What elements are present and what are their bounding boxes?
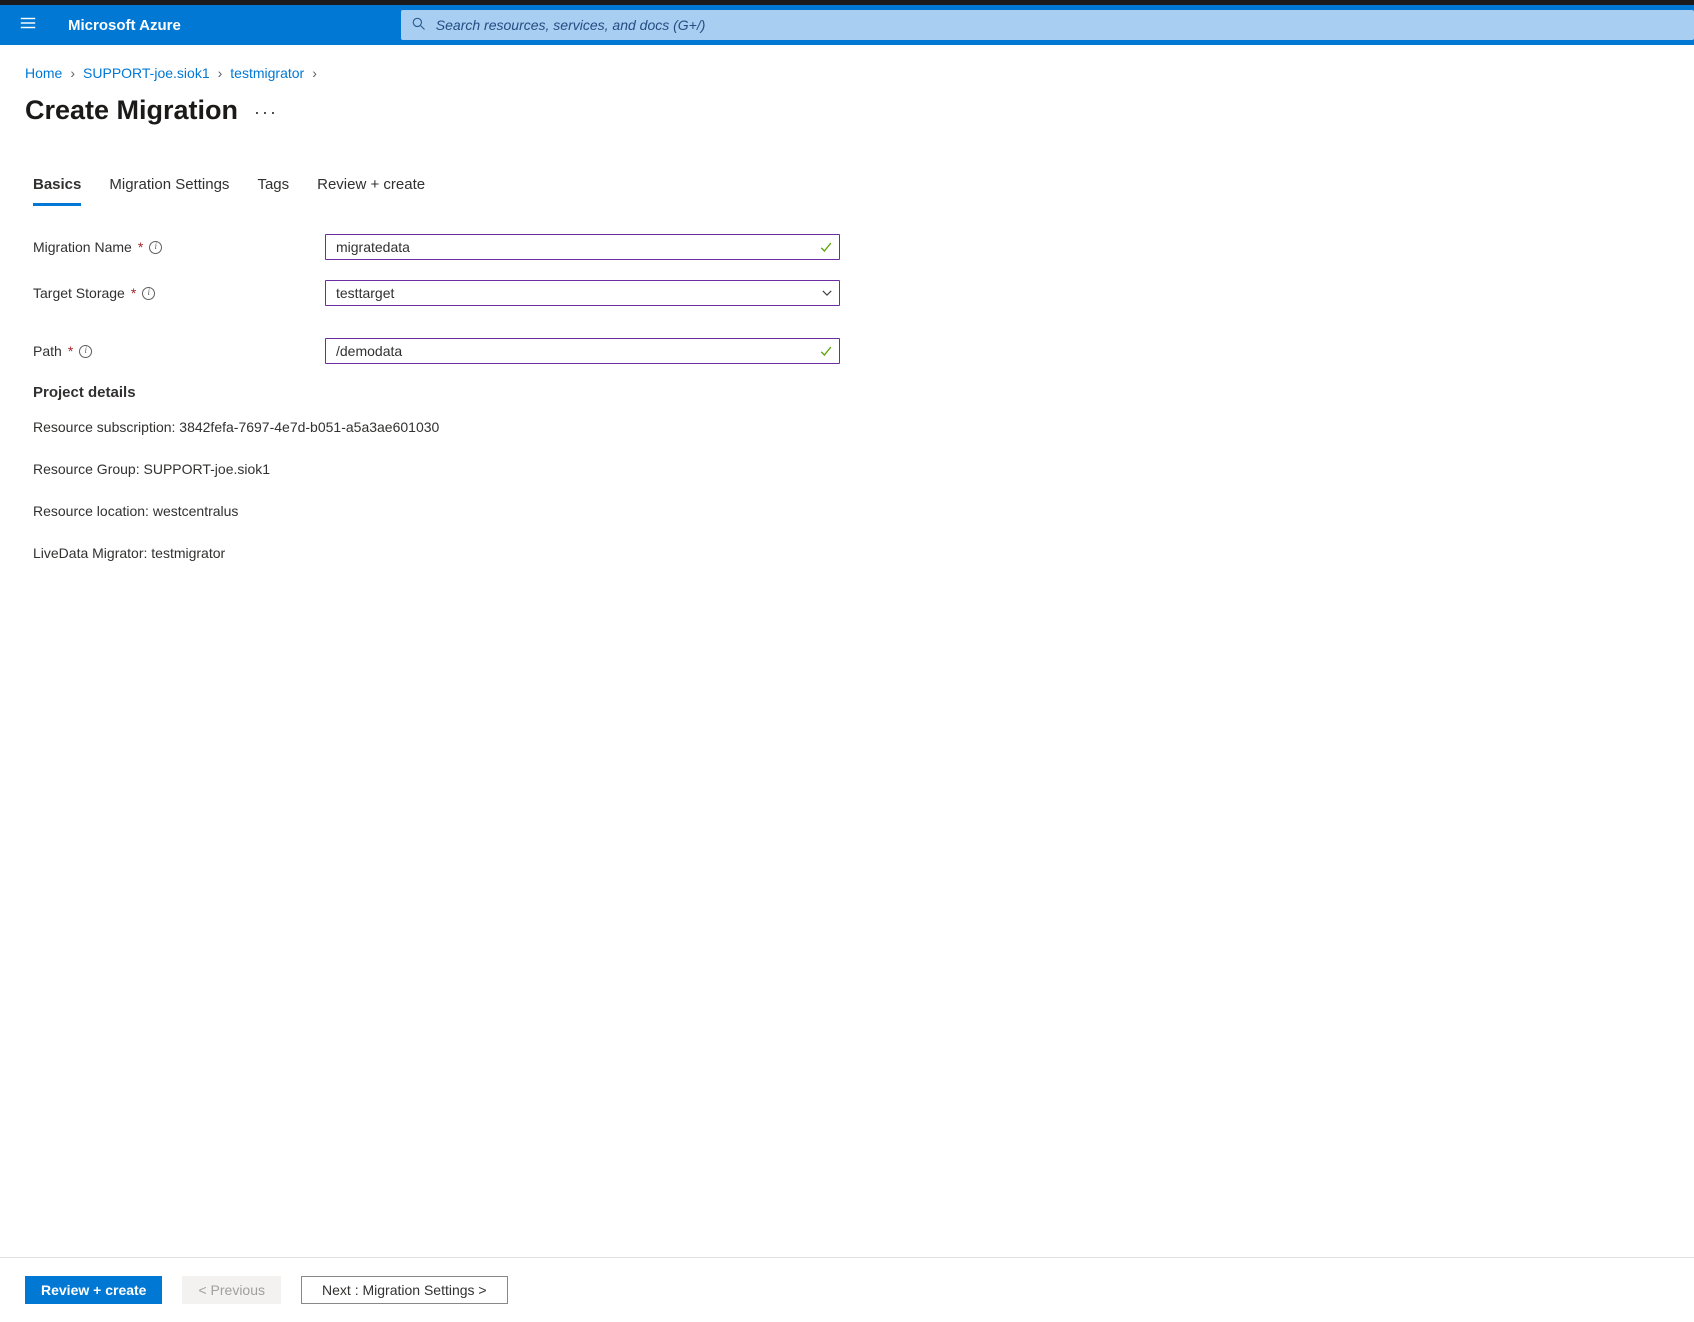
detail-migrator: LiveData Migrator: testmigrator: [33, 545, 1669, 561]
row-target-storage: Target Storage * i: [33, 280, 1669, 306]
search-box[interactable]: [401, 10, 1694, 40]
label-target-storage-text: Target Storage: [33, 285, 125, 301]
search-icon: [411, 16, 436, 35]
page-title-row: Create Migration ···: [25, 95, 1669, 126]
tab-basics[interactable]: Basics: [33, 176, 81, 206]
input-migration-name[interactable]: [325, 234, 840, 260]
search-input[interactable]: [436, 17, 1684, 33]
row-path: Path * i: [33, 338, 1669, 364]
main-content: Home › SUPPORT-joe.siok1 › testmigrator …: [0, 45, 1694, 1257]
hamburger-icon: [19, 14, 37, 36]
brand-title[interactable]: Microsoft Azure: [68, 17, 181, 34]
more-actions-button[interactable]: ···: [254, 98, 278, 123]
review-create-button[interactable]: Review + create: [25, 1276, 162, 1304]
breadcrumb-resource[interactable]: testmigrator: [230, 65, 304, 81]
breadcrumb: Home › SUPPORT-joe.siok1 › testmigrator …: [25, 65, 1669, 81]
tab-migration-settings[interactable]: Migration Settings: [109, 176, 229, 206]
previous-button: < Previous: [182, 1276, 281, 1304]
label-path-text: Path: [33, 343, 62, 359]
required-indicator: *: [68, 343, 73, 359]
search-container: [401, 5, 1694, 45]
detail-location: Resource location: westcentralus: [33, 503, 1669, 519]
info-icon[interactable]: i: [79, 345, 92, 358]
field-wrap-migration-name: [325, 234, 840, 260]
page-title: Create Migration: [25, 95, 238, 126]
top-bar: Microsoft Azure: [0, 5, 1694, 45]
footer-bar: Review + create < Previous Next : Migrat…: [0, 1257, 1694, 1322]
info-icon[interactable]: i: [142, 287, 155, 300]
project-details-title: Project details: [33, 384, 1669, 401]
detail-resource-group: Resource Group: SUPPORT-joe.siok1: [33, 461, 1669, 477]
breadcrumb-home[interactable]: Home: [25, 65, 62, 81]
select-target-storage[interactable]: [325, 280, 840, 306]
required-indicator: *: [131, 285, 136, 301]
label-path: Path * i: [33, 343, 325, 359]
form-area: Migration Name * i Target Storage * i: [25, 234, 1669, 561]
tab-tags[interactable]: Tags: [257, 176, 289, 206]
row-migration-name: Migration Name * i: [33, 234, 1669, 260]
field-wrap-target-storage: [325, 280, 840, 306]
chevron-right-icon: ›: [218, 65, 223, 81]
label-migration-name: Migration Name * i: [33, 239, 325, 255]
tab-list: Basics Migration Settings Tags Review + …: [25, 176, 1669, 206]
tab-review-create[interactable]: Review + create: [317, 176, 425, 206]
next-button[interactable]: Next : Migration Settings >: [301, 1276, 508, 1304]
info-icon[interactable]: i: [149, 241, 162, 254]
input-path[interactable]: [325, 338, 840, 364]
detail-subscription: Resource subscription: 3842fefa-7697-4e7…: [33, 419, 1669, 435]
label-target-storage: Target Storage * i: [33, 285, 325, 301]
breadcrumb-resource-group[interactable]: SUPPORT-joe.siok1: [83, 65, 210, 81]
label-migration-name-text: Migration Name: [33, 239, 132, 255]
chevron-right-icon: ›: [312, 65, 317, 81]
field-wrap-path: [325, 338, 840, 364]
hamburger-menu-button[interactable]: [8, 5, 48, 45]
chevron-right-icon: ›: [70, 65, 75, 81]
required-indicator: *: [138, 239, 143, 255]
